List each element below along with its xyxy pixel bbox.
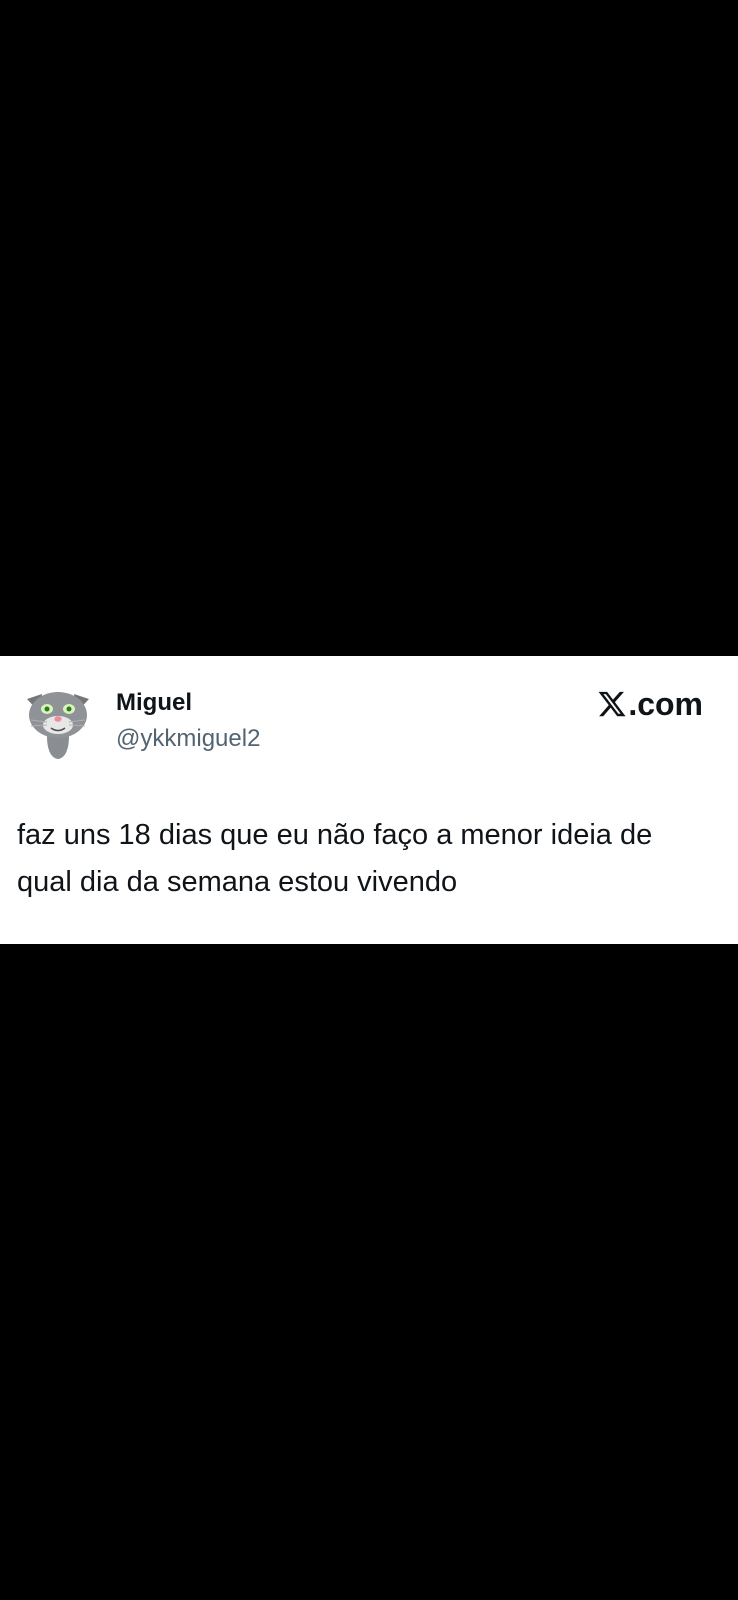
screenshot-screen: Miguel @ykkmiguel2 .com faz uns 18 dias … [0, 0, 738, 1600]
cat-avatar-icon[interactable] [17, 678, 99, 760]
tweet-card: Miguel @ykkmiguel2 .com faz uns 18 dias … [0, 656, 738, 944]
display-name[interactable]: Miguel [116, 688, 192, 718]
tweet-text: faz uns 18 dias que eu não faço a menor … [17, 812, 727, 906]
brand-domain-suffix: .com [628, 686, 703, 722]
username-handle[interactable]: @ykkmiguel2 [116, 724, 260, 754]
tweet-text-line: qual dia da semana estou vivendo [17, 866, 458, 898]
x-com-brand: .com [597, 686, 703, 722]
x-logo-icon [598, 691, 626, 717]
tweet-text-line: faz uns 18 dias que eu não faço a menor … [17, 819, 653, 851]
